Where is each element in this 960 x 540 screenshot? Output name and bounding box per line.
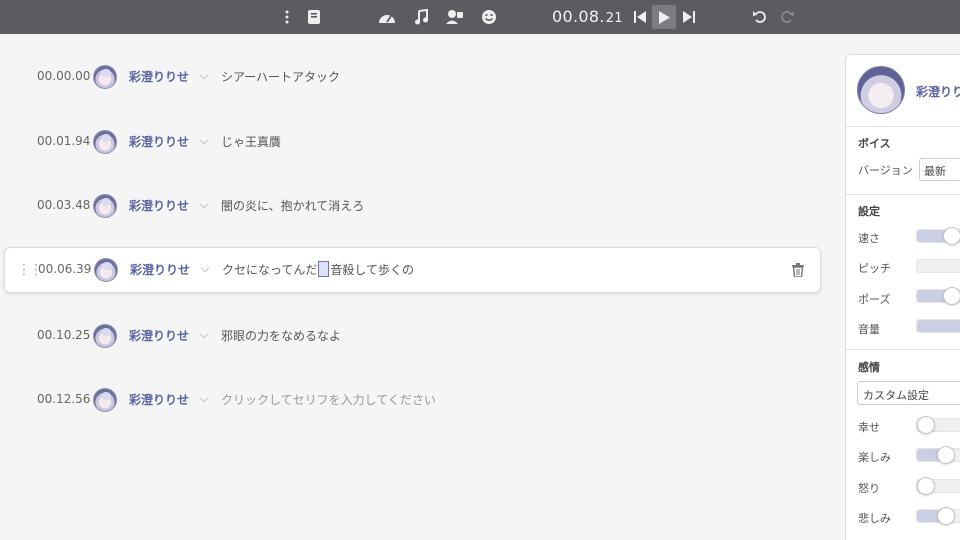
slider-knob[interactable] [943,287,960,305]
trash-icon[interactable] [792,262,804,281]
chevron-down-icon[interactable]: ⌵ [201,262,209,276]
more-vertical-icon[interactable] [275,5,299,29]
line-timestamp: 00.12.56 [37,392,91,406]
anger-slider[interactable] [916,477,960,495]
pitch-label: ピッチ [858,262,891,275]
character-avatar [857,66,905,114]
volume-slider[interactable] [916,319,960,333]
slider-knob[interactable] [937,446,955,464]
divider [846,126,960,127]
sad-slider[interactable] [916,507,960,525]
version-label: バージョン [858,164,913,177]
script-line[interactable]: 00.12.56 彩澄りりせ ⌵ クリックしてセリフを入力してください [4,377,821,423]
line-timestamp: 00.03.48 [37,198,91,212]
speaker-avatar[interactable] [93,324,117,348]
pitch-slider[interactable] [916,259,960,273]
chevron-down-icon[interactable]: ⌵ [200,328,208,342]
pause-label: ポーズ [858,293,891,306]
line-text[interactable]: 闇の炎に、抱かれて消えろ [221,197,364,214]
speaker-name[interactable]: 彩澄りりせ [130,261,190,278]
music-note-icon[interactable] [409,5,433,29]
line-text[interactable]: 邪眼の力をなめるなよ [221,327,341,344]
line-text[interactable]: シアーハートアタック [221,68,340,85]
chevron-down-icon[interactable]: ⌵ [200,134,208,148]
text-cursor-selection [318,261,330,277]
character-name: 彩澄りり [916,85,960,99]
skip-next-icon[interactable] [677,5,701,29]
speaker-avatar[interactable] [94,258,118,282]
line-text-input[interactable]: クセになってんだ 音殺して歩くの [222,261,414,278]
speaker-name[interactable]: 彩澄りりせ [129,68,189,85]
anger-label: 怒り [858,482,880,495]
line-timestamp: 00.10.25 [37,328,91,342]
script-line[interactable]: 00.00.00 彩澄りりせ ⌵ シアーハートアタック [4,54,821,100]
slider-knob[interactable] [943,227,960,245]
script-line[interactable]: 00.10.25 彩澄りりせ ⌵ 邪眼の力をなめるなよ [4,313,821,359]
happy-label: 幸せ [858,421,880,434]
play-icon[interactable] [652,5,676,29]
script-line[interactable]: 00.03.48 彩澄りりせ ⌵ 闇の炎に、抱かれて消えろ [4,183,821,229]
divider [846,194,960,195]
speaker-name[interactable]: 彩澄りりせ [129,197,189,214]
divider [846,349,960,350]
line-text-placeholder[interactable]: クリックしてセリフを入力してください [221,391,436,408]
slider-knob[interactable] [917,477,935,495]
speaker-avatar[interactable] [93,194,117,218]
book-icon[interactable] [302,5,326,29]
skip-previous-icon[interactable] [628,5,652,29]
speaker-name[interactable]: 彩澄りりせ [129,391,189,408]
time-fraction: 21 [605,11,623,26]
text-after-cursor: 音殺して歩くの [330,263,415,277]
slider-knob[interactable] [917,416,935,434]
speedometer-icon[interactable] [375,5,399,29]
playback-time: 00.08.21 [552,7,623,26]
fun-slider[interactable] [916,446,960,464]
voice-section-title: ボイス [858,137,891,150]
line-timestamp: 00.06.39 [38,262,92,276]
sad-label: 悲しみ [858,512,891,525]
speaker-avatar[interactable] [93,388,117,412]
chevron-down-icon[interactable]: ⌵ [200,392,208,406]
voice-settings-icon[interactable] [443,5,467,29]
line-timestamp: 00.01.94 [37,134,91,148]
fun-label: 楽しみ [858,451,891,464]
script-line[interactable]: 00.01.94 彩澄りりせ ⌵ じゃ王真贋 [4,119,821,165]
line-timestamp: 00.00.00 [37,69,91,83]
emotion-section-title: 感情 [858,361,880,374]
volume-label: 音量 [858,323,880,336]
chevron-down-icon[interactable]: ⌵ [200,198,208,212]
undo-icon[interactable] [748,5,772,29]
text-before-cursor: クセになってんだ [222,263,318,277]
speaker-name[interactable]: 彩澄りりせ [129,327,189,344]
speed-label: 速さ [858,232,880,245]
happy-slider[interactable] [916,416,960,434]
script-line-selected[interactable]: ⋮⋮ 00.06.39 彩澄りりせ ⌵ クセになってんだ 音殺して歩くの [4,247,821,293]
chevron-down-icon[interactable]: ⌵ [200,69,208,83]
slider-knob[interactable] [937,507,955,525]
version-select[interactable]: 最新 [919,158,960,181]
speaker-avatar[interactable] [93,130,117,154]
settings-section-title: 設定 [858,205,880,218]
speaker-avatar[interactable] [93,65,117,89]
line-text[interactable]: じゃ王真贋 [221,133,281,150]
pause-slider[interactable] [916,287,960,305]
speaker-name[interactable]: 彩澄りりせ [129,133,189,150]
time-main: 00.08. [552,7,605,26]
redo-icon[interactable] [775,5,799,29]
character-settings-panel: 彩澄りり ボイス バージョン 最新 設定 速さ ピッチ ポーズ 音量 感情 カス… [845,54,960,540]
smiley-icon[interactable] [477,5,501,29]
speed-slider[interactable] [916,227,960,245]
emotion-preset-select[interactable]: カスタム設定 [857,381,960,405]
top-toolbar: 00.08.21 [0,0,960,34]
script-list: 00.00.00 彩澄りりせ ⌵ シアーハートアタック 00.01.94 彩澄り… [0,34,835,540]
